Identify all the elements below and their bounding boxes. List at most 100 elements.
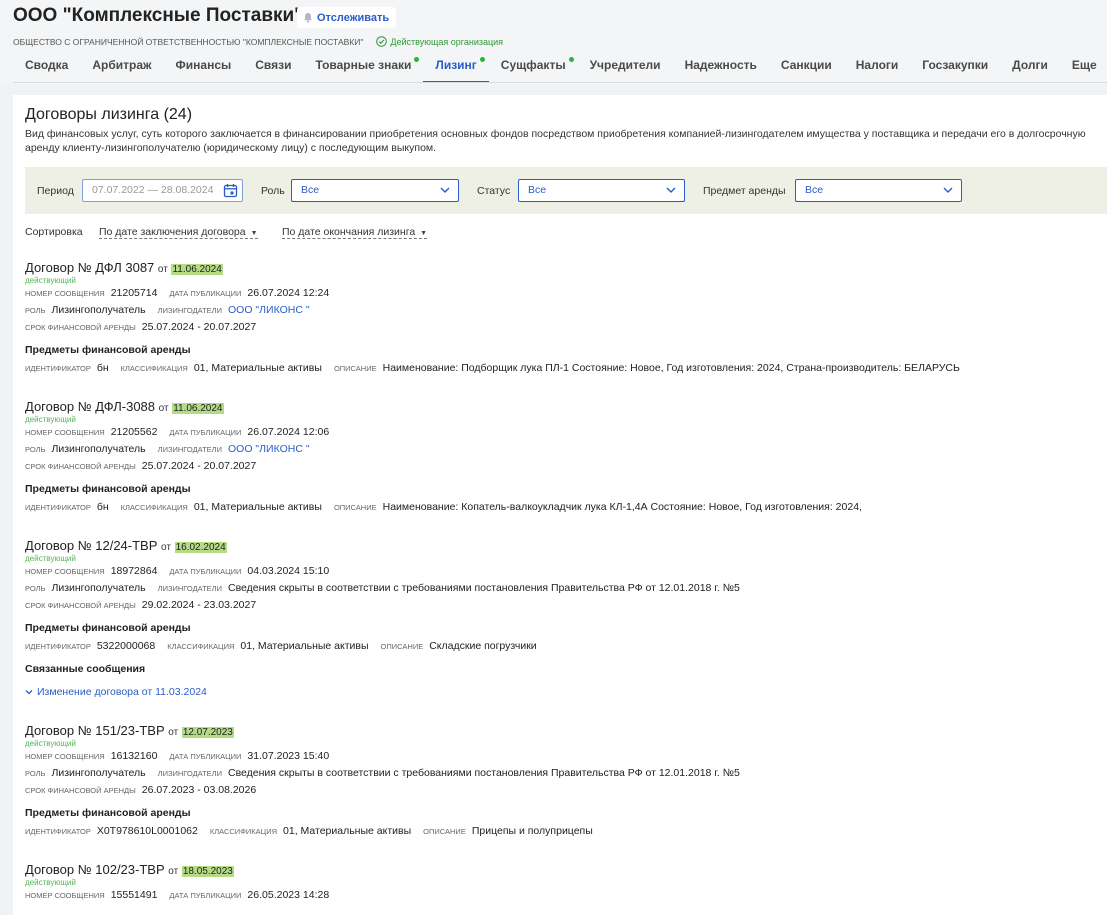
contract-title[interactable]: Договор № ДФЛ-3088 от 11.06.2024 (25, 399, 1107, 416)
contract-title[interactable]: Договор № 12/24-ТВР от 16.02.2024 (25, 538, 1107, 555)
contract-status: действующий (25, 554, 76, 563)
tab-more[interactable]: Еще (1060, 58, 1107, 83)
status-select-value: Все (528, 184, 547, 196)
period-input[interactable]: 07.07.2022 — 28.08.2024 (82, 179, 243, 202)
lessor-text: Сведения скрыты в соответствии с требова… (228, 767, 740, 779)
watch-button[interactable]: Отслеживать (297, 7, 397, 28)
contract-status: действующий (25, 739, 76, 748)
message-number: 15551491 (110, 889, 158, 901)
role-select[interactable]: Все (291, 179, 459, 202)
contract-role: Лизингополучатель (51, 767, 146, 779)
related-messages-heading: Связанные сообщения (25, 663, 146, 675)
publication-date: 26.05.2023 14:28 (247, 889, 330, 901)
chevron-down-icon (440, 187, 450, 193)
lease-term: 25.07.2024 - 20.07.2027 (141, 460, 257, 472)
subject-description: Складские погрузчики (429, 640, 537, 652)
contract-card: Договор № 151/23-ТВР от 12.07.2023 дейст… (25, 723, 1107, 842)
chevron-down-icon (943, 187, 953, 193)
caret-down-icon: ▼ (250, 230, 258, 237)
chevron-down-icon (25, 690, 33, 695)
publication-date: 31.07.2023 15:40 (247, 750, 330, 762)
contract-date: 12.07.2023 (181, 727, 234, 738)
role-label: Роль (261, 185, 285, 197)
tab-update-dot (414, 57, 420, 62)
subject-classification: 01, Материальные активы (193, 501, 322, 513)
subjects-heading: Предметы финансовой аренды (25, 344, 191, 356)
tab-debts[interactable]: Долги (1000, 58, 1060, 83)
tab-reliability[interactable]: Надежность (673, 58, 769, 83)
tab-procurement[interactable]: Госзакупки (910, 58, 1000, 83)
bell-icon (304, 13, 312, 23)
subject-label: Предмет аренды (703, 185, 786, 197)
caret-down-icon: ▼ (420, 230, 428, 237)
subject-identifier: 5322000068 (96, 640, 156, 652)
tab-finansy[interactable]: Финансы (164, 58, 244, 83)
subjects-heading: Предметы финансовой аренды (25, 483, 191, 495)
message-number: 21205714 (110, 287, 158, 299)
check-circle-icon (376, 36, 388, 47)
message-number: 16132160 (110, 750, 158, 762)
subject-select-value: Все (805, 184, 824, 196)
chevron-down-icon (666, 187, 676, 193)
contract-date: 18.05.2023 (181, 866, 234, 877)
sort-by-contract-date[interactable]: По дате заключения договора ▼ (99, 226, 258, 239)
contract-title[interactable]: Договор № ДФЛ 3087 от 11.06.2024 (25, 260, 1107, 277)
contract-role: Лизингополучатель (51, 582, 146, 594)
lease-term: 26.07.2023 - 03.08.2026 (141, 784, 257, 796)
lessor-link[interactable]: ООО "ЛИКОНС " (228, 443, 310, 455)
role-select-value: Все (301, 184, 320, 196)
subjects-heading: Предметы финансовой аренды (25, 622, 191, 634)
company-full-name-row: ОБЩЕСТВО С ОГРАНИЧЕННОЙ ОТВЕТСТВЕННОСТЬЮ… (13, 36, 503, 47)
lease-term: 25.07.2024 - 20.07.2027 (141, 321, 257, 333)
contract-status: действующий (25, 415, 76, 424)
subject-identifier: бн (96, 501, 109, 513)
tab-update-dot (479, 57, 485, 62)
contract-card: Договор № ДФЛ-3088 от 11.06.2024 действу… (25, 399, 1107, 518)
status-select[interactable]: Все (518, 179, 685, 202)
tabs-divider (13, 82, 1107, 83)
contract-status: действующий (25, 878, 76, 887)
company-status-label: Действующая организация (390, 36, 504, 47)
subject-classification: 01, Материальные активы (193, 362, 322, 374)
tab-sanctions[interactable]: Санкции (769, 58, 844, 83)
contract-card: Договор № 12/24-ТВР от 16.02.2024 действ… (25, 538, 1107, 701)
contract-title[interactable]: Договор № 151/23-ТВР от 12.07.2023 (25, 723, 1107, 740)
company-header: ООО "Комплексные Поставки" Отслеживать О… (0, 0, 1107, 84)
contract-title[interactable]: Договор № 102/23-ТВР от 18.05.2023 (25, 862, 1107, 879)
subject-classification: 01, Материальные активы (283, 825, 412, 837)
contract-card: Договор № ДФЛ 3087 от 11.06.2024 действу… (25, 260, 1107, 379)
tab-trademarks[interactable]: Товарные знаки (304, 57, 424, 83)
contract-role: Лизингополучатель (51, 304, 146, 316)
tab-svyazi[interactable]: Связи (243, 58, 303, 83)
tab-material-facts[interactable]: Сущфакты (489, 57, 578, 83)
contract-date: 11.06.2024 (171, 264, 223, 275)
contract-date: 16.02.2024 (174, 542, 227, 553)
publication-date: 26.07.2024 12:24 (247, 287, 330, 299)
related-message-link[interactable]: Изменение договора от 11.03.2024 (25, 683, 1107, 701)
contract-date: 11.06.2024 (172, 403, 224, 414)
lease-term: 29.02.2024 - 23.03.2027 (141, 599, 257, 611)
tab-arbitrazh[interactable]: Арбитраж (80, 58, 163, 83)
contract-status: действующий (25, 276, 76, 285)
subject-description: Прицепы и полуприцепы (471, 825, 593, 837)
subject-identifier: бн (96, 362, 109, 374)
section-title: Договоры лизинга (24) (25, 106, 193, 123)
tab-svodka[interactable]: Сводка (13, 58, 80, 83)
company-status: Действующая организация (376, 36, 503, 47)
leasing-panel: Договоры лизинга (24) Вид финансовых усл… (13, 95, 1107, 915)
tab-leasing[interactable]: Лизинг (423, 57, 489, 83)
lessor-link[interactable]: ООО "ЛИКОНС " (228, 304, 310, 316)
message-number: 21205562 (110, 426, 158, 438)
sort-by-end-date[interactable]: По дате окончания лизинга ▼ (282, 226, 428, 239)
watch-button-label: Отслеживать (317, 11, 390, 24)
company-full-name: ОБЩЕСТВО С ОГРАНИЧЕННОЙ ОТВЕТСТВЕННОСТЬЮ… (13, 36, 364, 47)
tab-taxes[interactable]: Налоги (844, 58, 911, 83)
calendar-icon[interactable] (223, 183, 238, 198)
tab-founders[interactable]: Учредители (578, 58, 673, 83)
contract-role: Лизингополучатель (51, 443, 146, 455)
period-label: Период (37, 185, 74, 197)
subject-classification: 01, Материальные активы (240, 640, 369, 652)
contract-card: Договор № 102/23-ТВР от 18.05.2023 дейст… (25, 862, 1107, 906)
subject-select[interactable]: Все (795, 179, 962, 202)
status-label: Статус (477, 185, 511, 197)
